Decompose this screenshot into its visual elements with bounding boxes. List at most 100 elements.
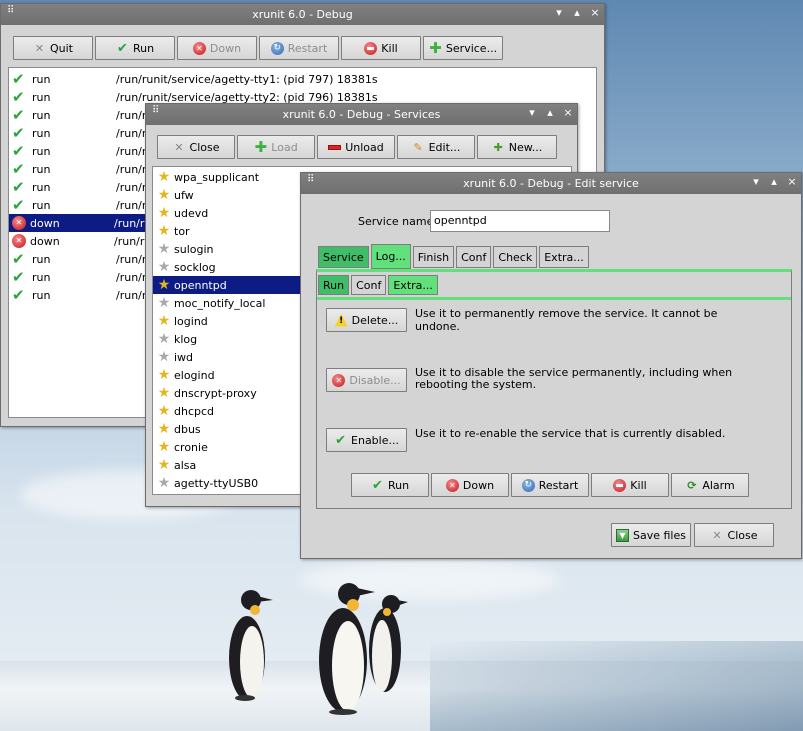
kill-icon: [613, 478, 627, 492]
new-file-icon: ✚: [493, 140, 503, 154]
service-item-label: dhcpcd: [174, 404, 215, 418]
services-window-title: xrunit 6.0 - Debug - Services: [282, 108, 441, 121]
close-edit-button[interactable]: ✕ Close: [694, 523, 774, 547]
tab-conf[interactable]: Conf: [456, 246, 492, 268]
maximize-icon[interactable]: ▴: [545, 106, 555, 119]
status-text: run: [32, 288, 51, 302]
load-button[interactable]: ✚ Load: [237, 135, 315, 159]
restart-icon: ↻: [521, 478, 535, 492]
service-name-field[interactable]: openntpd: [430, 210, 610, 232]
new-button[interactable]: ✚ New...: [477, 135, 557, 159]
edit-window-title: xrunit 6.0 - Debug - Edit service: [463, 177, 639, 190]
down-service-button[interactable]: ✕ Down: [431, 473, 509, 497]
kill-service-button[interactable]: Kill: [591, 473, 669, 497]
alarm-button[interactable]: ⟳ Alarm: [671, 473, 749, 497]
close-window-icon[interactable]: ×: [590, 6, 600, 19]
status-row[interactable]: ✔ run/run/runit/service/agetty-tty1: (pid…: [9, 70, 596, 88]
save-files-button[interactable]: ▼ Save files: [611, 523, 691, 547]
services-titlebar[interactable]: ⠿ xrunit 6.0 - Debug - Services ▾ ▴ ×: [146, 104, 577, 125]
minimize-icon[interactable]: ▾: [751, 175, 761, 188]
plus-icon: ✚: [429, 38, 442, 57]
maximize-icon[interactable]: ▴: [769, 175, 779, 188]
check-icon: ✔: [12, 106, 25, 124]
unload-button[interactable]: Unload: [317, 135, 395, 159]
check-icon: ✔: [117, 40, 128, 56]
status-text: run: [32, 198, 51, 212]
service-item-label: tor: [174, 224, 190, 238]
check-icon: ✔: [12, 196, 25, 214]
minimize-icon[interactable]: ▾: [554, 6, 564, 19]
minimize-icon[interactable]: ▾: [527, 106, 537, 119]
service-item-label: openntpd: [174, 278, 227, 292]
status-text: run: [32, 126, 51, 140]
status-text: run: [32, 270, 51, 284]
edit-service-window: ⠿ xrunit 6.0 - Debug - Edit service ▾ ▴ × …: [300, 172, 802, 559]
star-icon: ★: [157, 223, 171, 239]
service-item-label: cronie: [174, 440, 208, 454]
edit-button[interactable]: ✎ Edit...: [397, 135, 475, 159]
service-path: /run/runit/service/agetty-tty1: (pid 797…: [116, 72, 378, 86]
close-x-icon: ✕: [174, 140, 184, 154]
quit-button[interactable]: ✕ Quit: [13, 36, 93, 60]
subtab-run[interactable]: Run: [318, 275, 350, 295]
delete-button[interactable]: ! Delete...: [326, 308, 407, 332]
check-icon: ✔: [12, 286, 25, 304]
tab-check[interactable]: Check: [493, 246, 538, 268]
check-icon: ✔: [12, 178, 25, 196]
close-button[interactable]: ✕ Close: [157, 135, 235, 159]
close-window-icon[interactable]: ×: [787, 175, 797, 188]
maximize-icon[interactable]: ▴: [572, 6, 582, 19]
window-menu-icon[interactable]: ⠿: [152, 106, 160, 120]
subtab-extra[interactable]: Extra...: [388, 275, 438, 295]
tab-service[interactable]: Service: [318, 246, 369, 268]
warning-icon: !: [334, 313, 348, 327]
star-icon: ★: [157, 439, 171, 455]
tab-panel: Run Conf Extra... ! Delete... Use it to p…: [316, 269, 792, 509]
check-icon: ✔: [12, 250, 25, 268]
subtab-conf[interactable]: Conf: [351, 275, 387, 295]
close-window-icon[interactable]: ×: [563, 106, 573, 119]
main-titlebar[interactable]: ⠿ xrunit 6.0 - Debug ▾ ▴ ×: [1, 4, 604, 25]
disable-description: Use it to disable the service permanentl…: [415, 366, 733, 391]
edit-titlebar[interactable]: ⠿ xrunit 6.0 - Debug - Edit service ▾ ▴ ×: [301, 173, 801, 194]
star-icon: ★: [157, 403, 171, 419]
service-item-label: iwd: [174, 350, 194, 364]
restart-button[interactable]: ↻ Restart: [259, 36, 339, 60]
service-button[interactable]: ✚ Service...: [423, 36, 503, 60]
star-icon: ★: [157, 169, 171, 185]
check-icon: ✔: [12, 268, 25, 286]
service-item-label: dnscrypt-proxy: [174, 386, 257, 400]
enable-button[interactable]: ✔ Enable...: [326, 428, 407, 452]
main-toolbar: ✕ Quit ✔ Run ✕ Down ↻ Restart Kill ✚ Service.…: [13, 36, 503, 60]
restart-service-button[interactable]: ↻ Restart: [511, 473, 589, 497]
status-text: down: [30, 234, 60, 248]
subtabs: Run Conf Extra...: [318, 275, 438, 295]
run-service-button[interactable]: ✔ Run: [351, 473, 429, 497]
service-item-label: klog: [174, 332, 198, 346]
down-button[interactable]: ✕ Down: [177, 36, 257, 60]
window-menu-icon[interactable]: ⠿: [7, 6, 15, 20]
kill-button[interactable]: Kill: [341, 36, 421, 60]
tab-finish[interactable]: Finish: [412, 246, 455, 268]
run-button[interactable]: ✔ Run: [95, 36, 175, 60]
star-icon: ★: [157, 457, 171, 473]
service-item-label: socklog: [174, 260, 216, 274]
window-menu-icon[interactable]: ⠿: [307, 175, 315, 189]
star-icon: ★: [157, 313, 171, 329]
down-icon: ✕: [445, 478, 459, 492]
main-window-title: xrunit 6.0 - Debug: [252, 8, 353, 21]
service-item-label: wpa_supplicant: [174, 170, 260, 184]
check-icon: ✔: [12, 88, 25, 106]
star-icon: ★: [157, 385, 171, 401]
enable-description: Use it to re-enable the service that is …: [415, 427, 726, 440]
status-text: run: [32, 162, 51, 176]
tab-log[interactable]: Log...: [370, 244, 411, 269]
disable-button[interactable]: ✕ Disable...: [326, 368, 407, 392]
alarm-icon: ⟳: [687, 478, 697, 492]
service-item-label: alsa: [174, 458, 197, 472]
close-x-icon: ✕: [712, 528, 722, 542]
tab-extra[interactable]: Extra...: [539, 246, 589, 268]
star-icon: ★: [157, 187, 171, 203]
star-icon: ★: [157, 277, 171, 293]
service-item-label: agetty-ttyUSB0: [174, 476, 259, 490]
